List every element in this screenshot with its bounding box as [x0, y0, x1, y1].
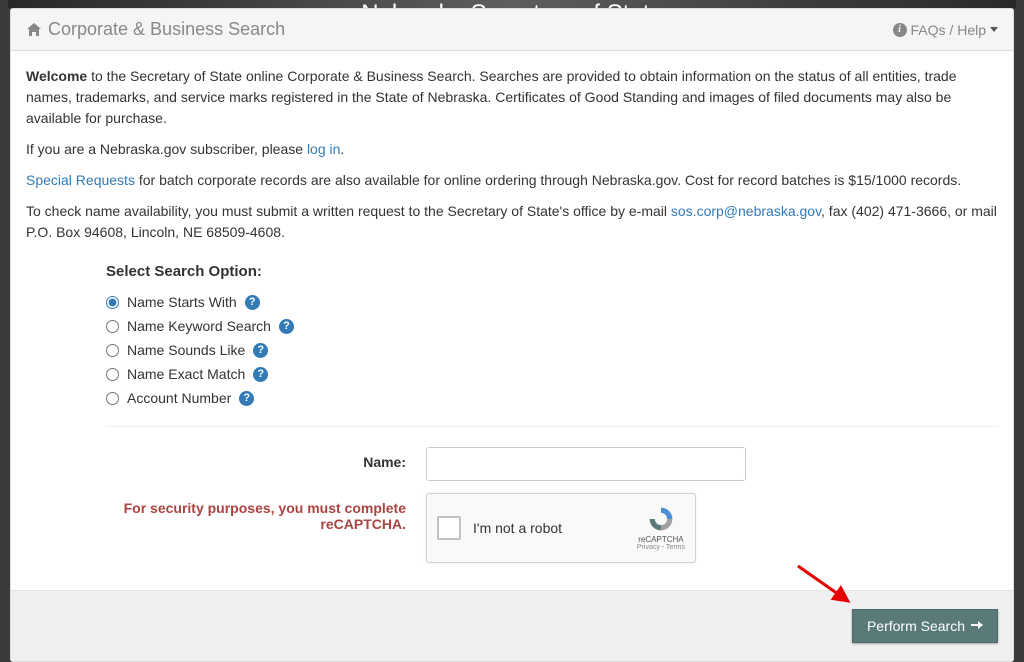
help-label: FAQs / Help: [911, 22, 986, 38]
arrow-right-icon: [971, 618, 983, 634]
special-paragraph: Special Requests for batch corporate rec…: [26, 170, 998, 191]
radio-label: Name Keyword Search: [127, 318, 271, 334]
radio-label: Name Sounds Like: [127, 342, 245, 358]
welcome-paragraph: Welcome to the Secretary of State online…: [26, 66, 998, 129]
name-row: Name:: [106, 447, 998, 481]
welcome-rest: to the Secretary of State online Corpora…: [26, 68, 957, 126]
recaptcha-brand: reCAPTCHA: [638, 535, 683, 544]
radio-name-exact-match[interactable]: Name Exact Match ?: [106, 366, 998, 382]
chevron-down-icon: [990, 27, 998, 32]
radio-input-keyword[interactable]: [106, 320, 119, 333]
radio-label: Name Starts With: [127, 294, 237, 310]
org-name: Nebraska Secretary of State: [361, 0, 662, 8]
footer-bar: Perform Search: [11, 590, 1013, 661]
special-rest: for batch corporate records are also ava…: [135, 172, 961, 188]
panel-heading: Corporate & Business Search i FAQs / Hel…: [11, 9, 1013, 51]
page-title: Corporate & Business Search: [26, 19, 285, 40]
perform-search-button[interactable]: Perform Search: [852, 609, 998, 643]
help-icon[interactable]: ?: [239, 391, 254, 406]
radio-label: Account Number: [127, 390, 231, 406]
page-title-text: Corporate & Business Search: [48, 19, 285, 40]
search-heading: Select Search Option:: [106, 263, 998, 280]
captcha-row: For security purposes, you must complete…: [106, 493, 998, 563]
captcha-warning: For security purposes, you must complete…: [106, 493, 426, 532]
help-icon[interactable]: ?: [245, 295, 260, 310]
help-icon[interactable]: ?: [253, 367, 268, 382]
availability-paragraph: To check name availability, you must sub…: [26, 201, 998, 243]
radio-name-sounds-like[interactable]: Name Sounds Like ?: [106, 342, 998, 358]
panel-body: Welcome to the Secretary of State online…: [11, 51, 1013, 590]
subscriber-post: .: [340, 141, 344, 157]
divider: [106, 426, 998, 427]
name-input[interactable]: [426, 447, 746, 481]
subscriber-paragraph: If you are a Nebraska.gov subscriber, pl…: [26, 139, 998, 160]
radio-name-keyword[interactable]: Name Keyword Search ?: [106, 318, 998, 334]
info-icon: i: [893, 23, 907, 37]
search-form: Select Search Option: Name Starts With ?…: [106, 263, 998, 563]
radio-account-number[interactable]: Account Number ?: [106, 390, 998, 406]
special-requests-link[interactable]: Special Requests: [26, 172, 135, 188]
help-icon[interactable]: ?: [279, 319, 294, 334]
recaptcha-terms[interactable]: Privacy - Terms: [637, 544, 685, 551]
radio-input-starts-with[interactable]: [106, 296, 119, 309]
radio-label: Name Exact Match: [127, 366, 245, 382]
welcome-bold: Welcome: [26, 68, 87, 84]
login-link[interactable]: log in: [307, 141, 340, 157]
recaptcha-icon: [647, 505, 675, 533]
radio-input-sounds[interactable]: [106, 344, 119, 357]
subscriber-pre: If you are a Nebraska.gov subscriber, pl…: [26, 141, 307, 157]
main-panel: Corporate & Business Search i FAQs / Hel…: [10, 8, 1014, 662]
radio-name-starts-with[interactable]: Name Starts With ?: [106, 294, 998, 310]
sos-email-link[interactable]: sos.corp@nebraska.gov: [671, 203, 821, 219]
avail-pre: To check name availability, you must sub…: [26, 203, 671, 219]
name-label: Name:: [106, 447, 426, 470]
help-icon[interactable]: ?: [253, 343, 268, 358]
top-banner: Nebraska Secretary of State: [8, 0, 1016, 8]
button-label: Perform Search: [867, 618, 965, 634]
radio-input-exact[interactable]: [106, 368, 119, 381]
radio-input-account[interactable]: [106, 392, 119, 405]
recaptcha-checkbox[interactable]: [437, 516, 461, 540]
faqs-help-dropdown[interactable]: i FAQs / Help: [893, 22, 998, 38]
home-icon: [26, 22, 42, 38]
recaptcha-widget[interactable]: I'm not a robot reCAPTCHA Privacy - Term…: [426, 493, 696, 563]
recaptcha-badge: reCAPTCHA Privacy - Terms: [637, 505, 685, 551]
recaptcha-text: I'm not a robot: [473, 520, 637, 536]
